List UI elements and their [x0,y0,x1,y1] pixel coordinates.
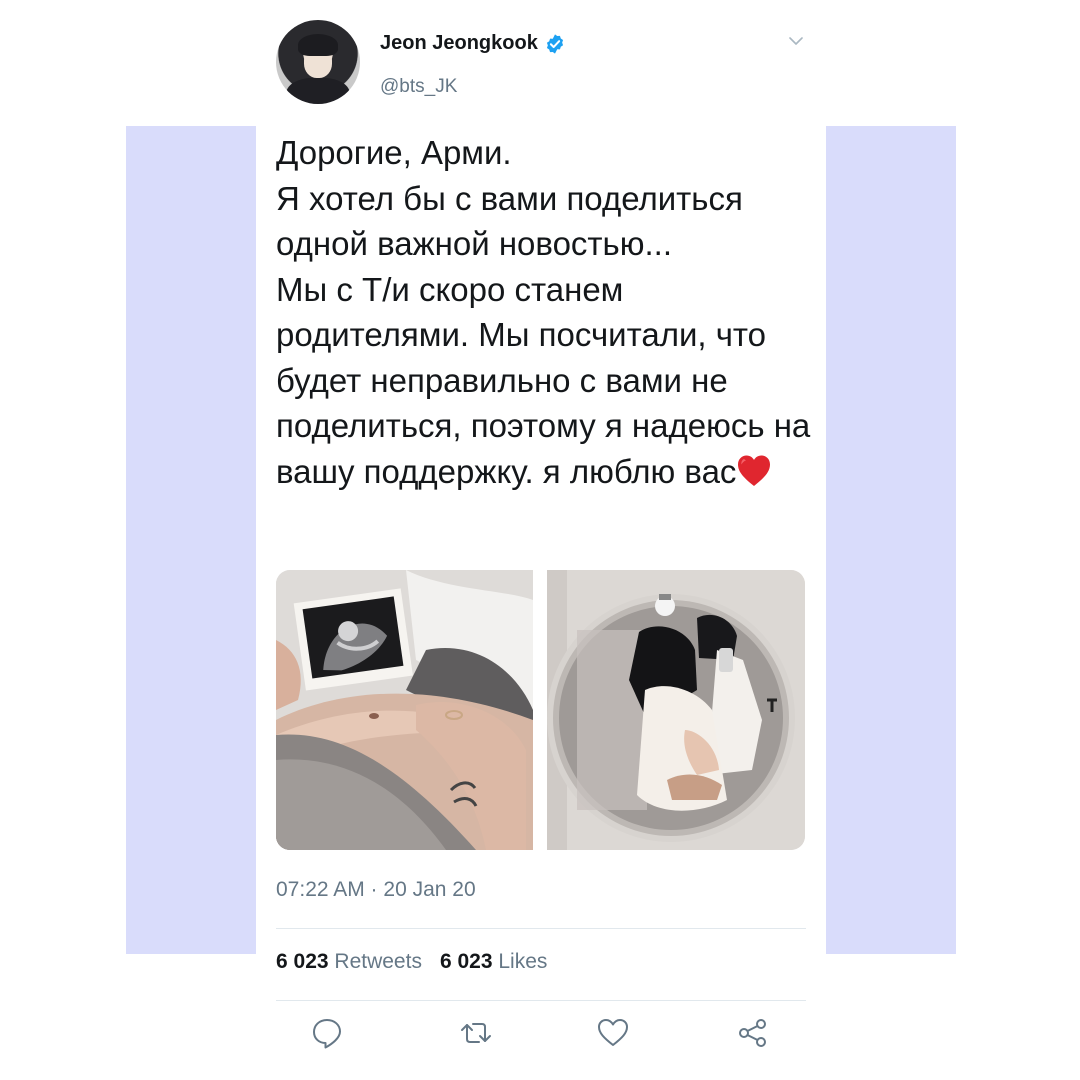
display-name[interactable]: Jeon Jeongkook [380,32,538,55]
tweet-card: Jeon Jeongkook @bts_JK Дорогие, Арми. Я … [256,0,826,1080]
divider-bottom [276,1000,806,1001]
retweets-label: Retweets [334,950,422,973]
mirror-selfie-photo-image [547,570,805,850]
avatar[interactable] [276,20,360,104]
retweets-count: 6 023 [276,950,329,973]
tweet-text: Дорогие, Арми. Я хотел бы с вами поделит… [276,130,816,494]
likes-count: 6 023 [439,950,493,973]
verified-badge-icon [546,33,563,54]
mirror-selfie-photo[interactable] [547,570,805,850]
red-heart-icon [738,455,771,486]
action-bar [256,1016,826,1056]
like-icon[interactable] [596,1016,630,1050]
retweets-stat[interactable]: 6 023 Retweets [276,950,422,974]
tweet-timestamp[interactable]: 07:22 AM · 20 Jan 20 [276,878,476,902]
user-handle[interactable]: @bts_JK [380,76,457,98]
likes-label: Likes [498,950,548,973]
share-icon[interactable] [736,1016,770,1050]
likes-stat[interactable]: 6 023 Likes [440,950,547,974]
divider-top [276,928,806,929]
tweet-body: Дорогие, Арми. Я хотел бы с вами поделит… [276,134,811,490]
tweet-stats: 6 023 Retweets 6 023 Likes [276,950,547,974]
ultrasound-photo-image [276,570,533,850]
ultrasound-photo[interactable] [276,570,533,850]
chevron-down-icon[interactable] [789,36,803,46]
display-name-row[interactable]: Jeon Jeongkook [380,32,566,55]
retweet-icon[interactable] [459,1016,493,1050]
reply-icon[interactable] [310,1016,344,1050]
